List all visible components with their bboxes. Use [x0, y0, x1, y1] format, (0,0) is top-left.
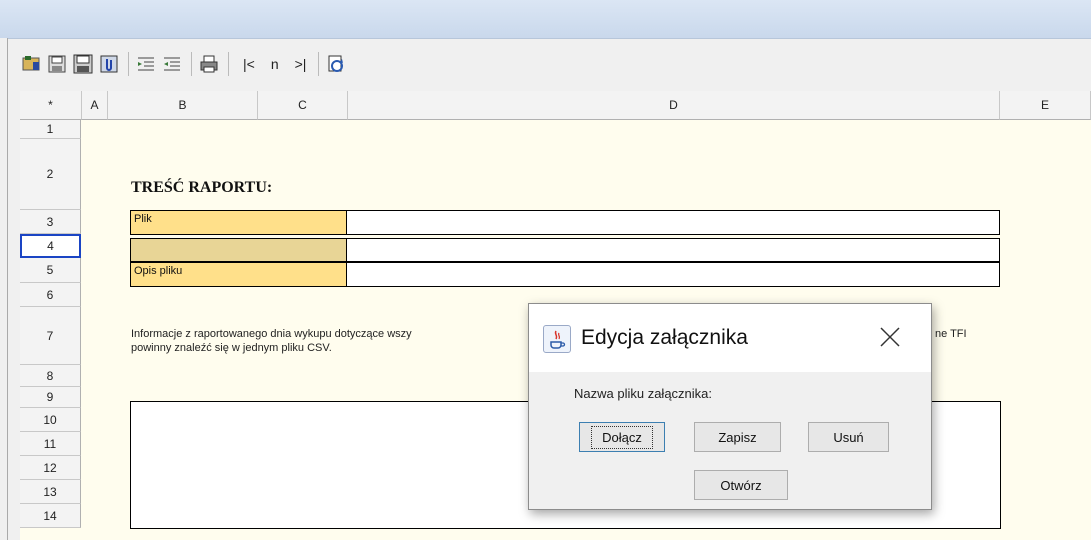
- attach-button[interactable]: Dołącz: [579, 422, 665, 452]
- open-icon[interactable]: [20, 53, 42, 75]
- row-header-2[interactable]: 2: [20, 139, 81, 210]
- save-button[interactable]: Zapisz: [694, 422, 781, 452]
- row-header-9[interactable]: 9: [20, 387, 81, 408]
- print-icon[interactable]: [198, 53, 220, 75]
- column-header-b[interactable]: B: [108, 91, 258, 120]
- column-header-a[interactable]: A: [82, 91, 108, 120]
- window-title-bar: [0, 0, 1091, 39]
- row-header-6[interactable]: 6: [20, 283, 81, 307]
- row-header-4[interactable]: 4: [20, 234, 81, 258]
- info-line-1-tail: ne TFI: [935, 328, 967, 340]
- row-header-14[interactable]: 14: [20, 504, 81, 528]
- description-value-cell[interactable]: [346, 262, 1000, 287]
- indent-left-icon[interactable]: [135, 53, 157, 75]
- column-header-e[interactable]: E: [1000, 91, 1091, 120]
- row-header-12[interactable]: 12: [20, 456, 81, 480]
- save-icon[interactable]: [46, 53, 68, 75]
- open-button[interactable]: Otwórz: [694, 470, 788, 500]
- last-page-button[interactable]: >|: [295, 56, 307, 72]
- column-header-d[interactable]: D: [348, 91, 1000, 120]
- label-cell-empty: [130, 238, 347, 262]
- page-n-button[interactable]: n: [271, 56, 279, 72]
- row-header-13[interactable]: 13: [20, 480, 81, 504]
- save-as-icon[interactable]: [72, 53, 94, 75]
- edit-attachment-dialog: Edycja załącznika Nazwa pliku załącznika…: [528, 303, 932, 510]
- file-value-cell[interactable]: [346, 210, 1000, 235]
- toolbar: |< n >|: [20, 44, 1091, 84]
- corner-header[interactable]: *: [20, 91, 82, 120]
- row-header-8[interactable]: 8: [20, 365, 81, 387]
- toolbar-separator: [228, 52, 229, 76]
- indent-right-icon[interactable]: [161, 53, 183, 75]
- first-page-button[interactable]: |<: [243, 56, 255, 72]
- row-header-5[interactable]: 5: [20, 258, 81, 283]
- attach-button-label: Dołącz: [591, 425, 653, 449]
- row-header-10[interactable]: 10: [20, 408, 81, 432]
- dialog-header: Edycja załącznika: [529, 304, 931, 372]
- column-header-c[interactable]: C: [258, 91, 348, 120]
- info-line-1: Informacje z raportowanego dnia wykupu d…: [131, 328, 412, 340]
- delete-button[interactable]: Usuń: [808, 422, 889, 452]
- row-header-3[interactable]: 3: [20, 210, 81, 234]
- row-header-1[interactable]: 1: [20, 120, 81, 139]
- toolbar-separator: [191, 52, 192, 76]
- attachment-name-label: Nazwa pliku załącznika:: [574, 386, 713, 401]
- left-border: [7, 38, 8, 540]
- toolbar-separator: [318, 52, 320, 76]
- label-cell-description: Opis pliku: [130, 262, 347, 287]
- dialog-title: Edycja załącznika: [581, 326, 748, 349]
- row-header-11[interactable]: 11: [20, 432, 81, 456]
- close-icon[interactable]: [875, 322, 905, 352]
- attachment-icon[interactable]: [98, 53, 120, 75]
- report-title: TREŚĆ RAPORTU:: [131, 179, 273, 196]
- row-header-7[interactable]: 7: [20, 307, 81, 365]
- toolbar-separator: [128, 52, 129, 76]
- empty-value-cell[interactable]: [346, 238, 1000, 262]
- label-cell-file: Plik: [130, 210, 347, 235]
- java-icon: [543, 325, 571, 353]
- refresh-icon[interactable]: [325, 53, 347, 75]
